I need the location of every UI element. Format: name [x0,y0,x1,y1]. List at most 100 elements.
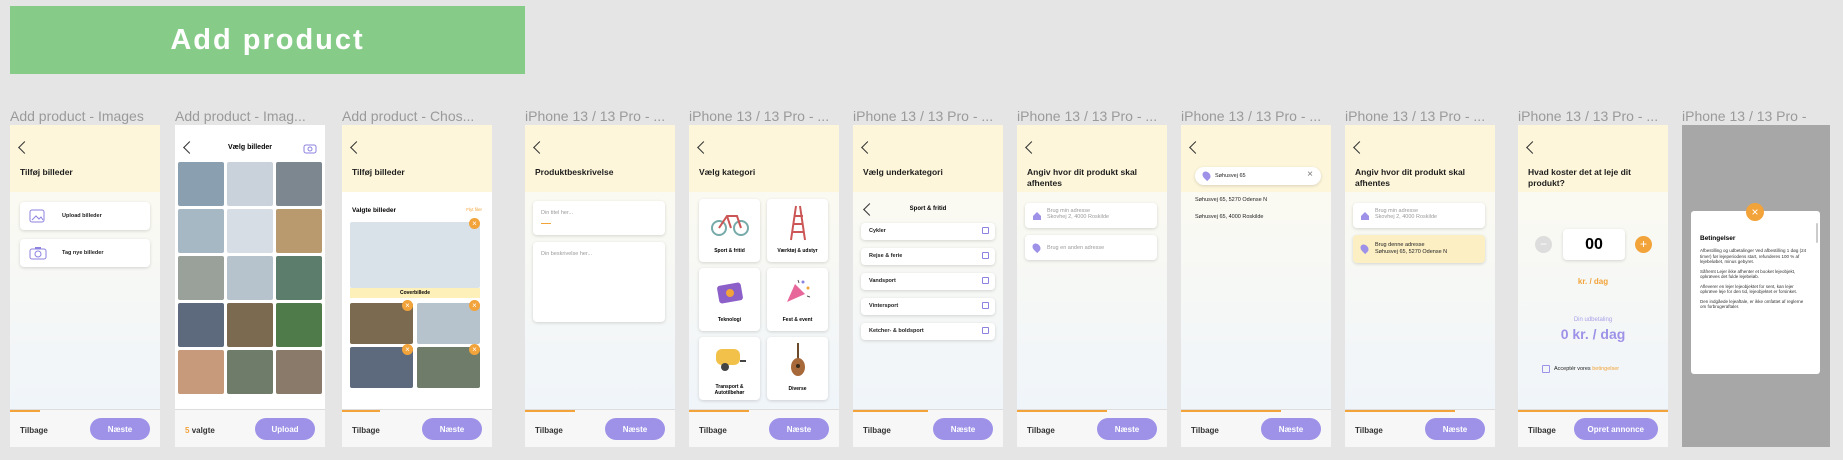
category-card[interactable]: Sport & fritid [699,199,760,262]
camera-icon[interactable] [303,143,317,154]
checkbox[interactable] [982,302,989,309]
location-pin-icon [1030,241,1043,254]
photo-thumb[interactable] [276,162,322,206]
next-button[interactable]: Næste [90,418,150,440]
category-label: Sport & fritid [714,248,745,254]
description-input[interactable]: Din beskrivelse her... [533,242,665,322]
category-card[interactable]: Fest & event [767,268,828,331]
upload-images-card[interactable]: Upload billeder [20,202,150,230]
subcategory-row[interactable]: Ketcher- & boldsport [861,323,995,340]
use-my-address-option[interactable]: Brug min adresse Skovhej 2, 4000 Roskilde [1353,203,1485,228]
category-card[interactable]: Diverse [767,337,828,400]
publish-button[interactable]: Opret annonce [1573,418,1658,440]
back-arrow-icon[interactable] [1025,141,1038,154]
category-card[interactable]: Teknologi [699,268,760,331]
cover-photo[interactable] [350,222,480,288]
remove-icon[interactable]: × [402,300,413,311]
back-arrow-icon[interactable] [533,141,546,154]
back-button[interactable]: Tilbage [699,426,727,435]
screen-terms-modal: × Betingelser Afbestilling og udbetaling… [1682,125,1830,447]
use-my-address-option[interactable]: Brug min adresse Skovhej 2, 4000 Roskilde [1025,203,1157,228]
back-arrow-icon[interactable] [697,141,710,154]
back-arrow-icon[interactable] [1526,141,1539,154]
scrollbar[interactable] [1816,223,1818,243]
next-button[interactable]: Næste [1425,418,1485,440]
accept-terms-label: Acceptér vores betingelser [1554,366,1620,372]
photo-thumb[interactable] [276,209,322,253]
back-arrow-icon[interactable] [1353,141,1366,154]
subcategory-row[interactable]: Vandsport [861,273,995,290]
back-arrow-icon[interactable] [18,141,31,154]
subcategory-row[interactable]: Vintersport [861,298,995,315]
back-button[interactable]: Tilbage [1355,426,1383,435]
category-card[interactable]: Værktøj & udstyr [767,199,828,262]
take-photos-label: Tag nye billeder [62,250,104,256]
photo-thumb[interactable] [178,162,224,206]
photo-thumb[interactable] [178,256,224,300]
back-button[interactable]: Tilbage [352,426,380,435]
progress-bar [1345,410,1455,412]
next-button[interactable]: Næste [933,418,993,440]
back-button[interactable]: Tilbage [863,426,891,435]
remove-icon[interactable]: × [469,344,480,355]
next-button[interactable]: Næste [1097,418,1157,440]
search-result[interactable]: Søhusvej 65, 5270 Odense N [1195,197,1267,203]
progress-bar [1518,410,1668,412]
address-search-input[interactable]: Søhusvej 65 × [1195,167,1321,185]
checkbox[interactable] [982,227,989,234]
search-result[interactable]: Søhusvej 65, 4000 Roskilde [1195,214,1263,220]
next-button[interactable]: Næste [1261,418,1321,440]
photo-thumb[interactable] [276,256,322,300]
decrease-button[interactable]: − [1535,236,1552,253]
back-button[interactable]: Tilbage [535,426,563,435]
photo-thumb[interactable] [227,209,273,253]
photo-thumb[interactable] [227,162,273,206]
checkbox[interactable] [982,277,989,284]
next-button[interactable]: Næste [769,418,829,440]
remove-icon[interactable]: × [469,218,480,229]
title-input[interactable]: Din titel her... [533,201,665,235]
subcategory-row[interactable]: Rejse & ferie [861,248,995,265]
use-this-address-option[interactable]: Brug denne adresse Søhusvej 65, 5270 Oden… [1353,235,1485,263]
frame-title-7: iPhone 13 / 13 Pro - ... [1017,108,1158,124]
photo-thumb[interactable] [227,303,273,347]
photo-thumb[interactable] [178,209,224,253]
photo-thumb[interactable] [178,350,224,394]
option-title: Brug en anden adresse [1047,245,1105,251]
use-other-address-option[interactable]: Brug en anden adresse [1025,235,1157,260]
back-button[interactable]: Tilbage [1528,426,1556,435]
back-arrow-icon[interactable] [861,141,874,154]
screen-product-description: Produktbeskrivelse Din titel her... Din … [525,125,675,447]
move-files-link[interactable]: Flyt filer [466,207,482,212]
option-subtitle: Skovhej 2, 4000 Roskilde [1375,214,1438,220]
close-icon[interactable]: × [1746,203,1764,221]
checkbox[interactable] [982,327,989,334]
photo-thumb[interactable] [178,303,224,347]
terms-link[interactable]: betingelser [1592,366,1619,372]
search-value: Søhusvej 65 [1215,173,1246,179]
increase-button[interactable]: + [1635,236,1652,253]
category-card[interactable]: Transport & Autotilbehør [699,337,760,400]
remove-icon[interactable]: × [402,344,413,355]
footer-bar: Tilbage Næste [1181,409,1331,447]
checkbox[interactable] [982,252,989,259]
clear-icon[interactable]: × [1307,169,1313,180]
accept-checkbox[interactable] [1542,365,1550,373]
back-button[interactable]: Tilbage [1191,426,1219,435]
upload-button[interactable]: Upload [255,418,315,440]
photo-thumb[interactable] [227,350,273,394]
trailer-icon [716,349,746,371]
back-button[interactable]: Tilbage [1027,426,1055,435]
photo-thumb[interactable] [276,350,322,394]
photo-thumb[interactable] [227,256,273,300]
price-input[interactable]: 00 [1563,229,1625,260]
next-button[interactable]: Næste [605,418,665,440]
next-button[interactable]: Næste [422,418,482,440]
take-photos-card[interactable]: Tag nye billeder [20,239,150,267]
photo-thumb[interactable] [276,303,322,347]
screen-address-search: Søhusvej 65 × Søhusvej 65, 5270 Odense N… [1181,125,1331,447]
subcategory-row[interactable]: Cykler [861,223,995,240]
back-button[interactable]: Tilbage [20,426,48,435]
remove-icon[interactable]: × [469,300,480,311]
gallery-icon [29,209,45,223]
